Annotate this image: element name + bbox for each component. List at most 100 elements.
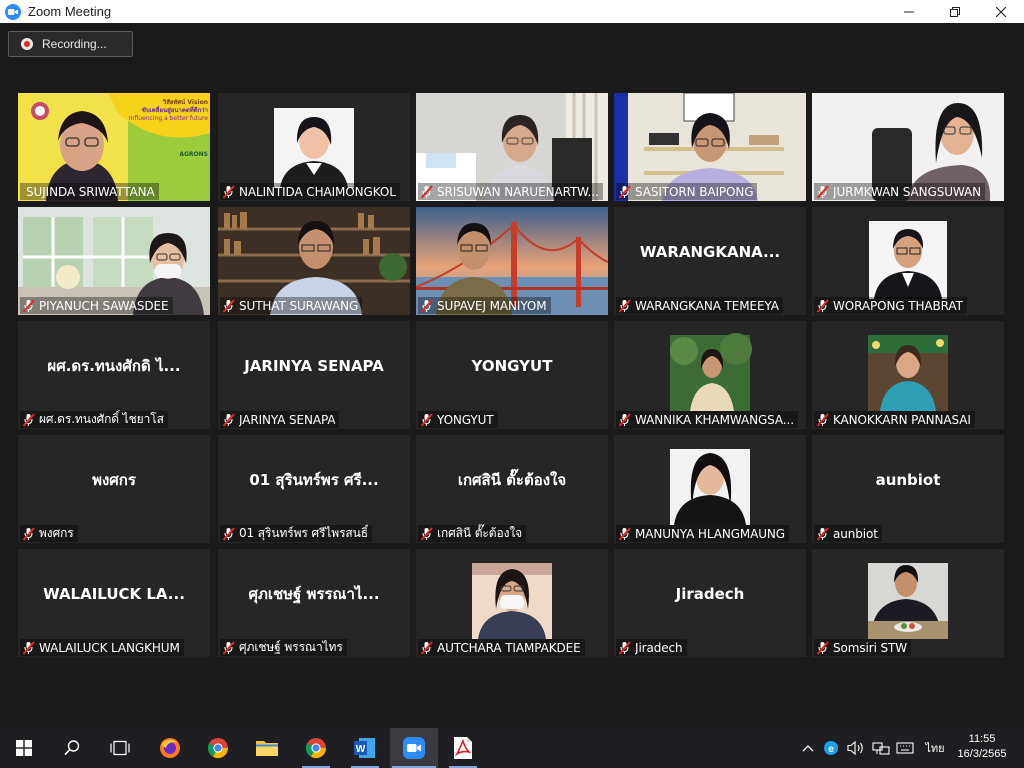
participant-name-bar: JARINYA SENAPA bbox=[220, 411, 340, 428]
participant-tile[interactable]: JARINYA SENAPA JARINYA SENAPA bbox=[218, 321, 410, 429]
start-icon[interactable] bbox=[0, 728, 48, 768]
participant-tile[interactable]: SUTHAT SURAWANG bbox=[218, 207, 410, 315]
participant-name-bar: ผศ.ดร.ทนงศักดิ์ ไชยาโส bbox=[20, 411, 168, 428]
participant-tile[interactable]: พงศกร พงศกร bbox=[18, 435, 210, 543]
muted-mic-icon bbox=[420, 640, 434, 655]
muted-mic-icon bbox=[618, 640, 632, 655]
participant-tile[interactable]: MANUNYA HLANGMAUNG bbox=[614, 435, 806, 543]
recording-label: Recording... bbox=[42, 37, 107, 51]
input-language[interactable]: ไทย bbox=[922, 728, 948, 768]
background-banner: วิสัยทัศน์ Vision ขับเคลื่อนสู่อนาคตที่ดี… bbox=[128, 99, 208, 159]
firefox-icon[interactable] bbox=[146, 728, 194, 768]
participant-display-name: พงศกร bbox=[92, 471, 136, 489]
participant-tile[interactable]: SUPAVEJ MANIYOM bbox=[416, 207, 608, 315]
banner-line: ขับเคลื่อนสู่อนาคตที่ดีกว่า bbox=[141, 107, 208, 114]
participant-tile[interactable]: PIYANUCH SAWASDEE bbox=[18, 207, 210, 315]
title-bar: Zoom Meeting bbox=[0, 0, 1024, 23]
participant-name: ผศ.ดร.ทนงศักดิ์ ไชยาโส bbox=[39, 412, 164, 426]
muted-mic-icon bbox=[222, 184, 236, 199]
volume-icon[interactable] bbox=[845, 728, 867, 768]
participant-name: เกศสินี ตั๊ะต้องใจ bbox=[437, 526, 523, 540]
windows-taskbar: W e ไทย 11:55 16/3/2565 bbox=[0, 728, 1024, 768]
participant-tile[interactable]: aunbiot aunbiot bbox=[812, 435, 1004, 543]
muted-mic-icon bbox=[222, 298, 236, 313]
participant-tile[interactable]: Jiradech Jiradech bbox=[614, 549, 806, 657]
participant-name: WORAPONG THABRAT bbox=[833, 298, 963, 313]
participant-tile[interactable]: WALAILUCK LA... WALAILUCK LANGKHUM bbox=[18, 549, 210, 657]
muted-mic-icon bbox=[816, 640, 830, 655]
zoom-app-icon bbox=[5, 3, 21, 20]
clock[interactable]: 11:55 16/3/2565 bbox=[952, 732, 1012, 762]
muted-mic-icon bbox=[618, 526, 632, 541]
participant-name: ศุภเชษฐ์ พรรณาไทร bbox=[239, 640, 343, 654]
task-view-icon[interactable] bbox=[96, 728, 144, 768]
participant-tile[interactable]: JURMKWAN SANGSUWAN bbox=[812, 93, 1004, 201]
close-button[interactable] bbox=[978, 0, 1024, 23]
participant-tile[interactable]: NALINTIDA CHAIMONGKOL bbox=[218, 93, 410, 201]
window-title: Zoom Meeting bbox=[28, 4, 112, 19]
clock-date: 16/3/2565 bbox=[957, 748, 1007, 760]
restore-button[interactable] bbox=[932, 0, 978, 23]
record-icon bbox=[21, 38, 33, 50]
participant-tile[interactable]: ศุภเชษฐ์ พรรณาไ... ศุภเชษฐ์ พรรณาไทร bbox=[218, 549, 410, 657]
participant-name: SUPAVEJ MANIYOM bbox=[437, 298, 547, 313]
participant-tile[interactable]: SRISUWAN NARUENARTW... bbox=[416, 93, 608, 201]
chrome-icon[interactable] bbox=[194, 728, 242, 768]
minimize-button[interactable] bbox=[886, 0, 932, 23]
participant-tile[interactable]: Somsiri STW bbox=[812, 549, 1004, 657]
participant-name-bar: พงศกร bbox=[20, 525, 78, 542]
participant-name: JARINYA SENAPA bbox=[239, 412, 336, 427]
participant-name-bar: SASITORN BAIPONG bbox=[616, 183, 758, 200]
participant-tile[interactable]: AUTCHARA TIAMPAKDEE bbox=[416, 549, 608, 657]
participant-display-name: WALAILUCK LA... bbox=[43, 585, 185, 603]
participant-tile[interactable]: เกศสินี ตั๊ะต้องใจ เกศสินี ตั๊ะต้องใจ bbox=[416, 435, 608, 543]
muted-mic-icon bbox=[222, 412, 236, 427]
svg-text:W: W bbox=[356, 744, 366, 755]
participant-display-name: เกศสินี ตั๊ะต้องใจ bbox=[457, 471, 567, 489]
network-icon[interactable] bbox=[870, 728, 892, 768]
muted-mic-icon bbox=[22, 298, 36, 313]
participant-tile[interactable]: 01 สุรินทร์พร ศรี... 01 สุรินทร์พร ศรีไพร… bbox=[218, 435, 410, 543]
participant-display-name: YONGYUT bbox=[471, 357, 553, 375]
word-icon[interactable]: W bbox=[341, 728, 389, 768]
participant-display-name: WARANGKANA... bbox=[639, 243, 781, 261]
participant-name-bar: YONGYUT bbox=[418, 411, 498, 428]
keyboard-icon[interactable] bbox=[894, 728, 916, 768]
participant-tile[interactable]: KANOKKARN PANNASAI bbox=[812, 321, 1004, 429]
participant-tile[interactable]: วิสัยทัศน์ Vision ขับเคลื่อนสู่อนาคตที่ดี… bbox=[18, 93, 210, 201]
participant-tile[interactable]: YONGYUT YONGYUT bbox=[416, 321, 608, 429]
banner-line: Influencing a better future bbox=[128, 115, 208, 122]
muted-mic-icon bbox=[816, 412, 830, 427]
show-hidden-icons[interactable] bbox=[799, 728, 817, 768]
participant-name-bar: SUPAVEJ MANIYOM bbox=[418, 297, 551, 314]
muted-mic-icon bbox=[816, 526, 830, 541]
muted-mic-icon bbox=[222, 526, 236, 541]
participant-display-name: ศุภเชษฐ์ พรรณาไ... bbox=[248, 585, 380, 603]
banner-logo: AGRONS bbox=[179, 151, 208, 158]
banner-line: วิสัยทัศน์ Vision bbox=[162, 99, 208, 106]
participant-name-bar: WALAILUCK LANGKHUM bbox=[20, 639, 184, 656]
participant-name-bar: WARANGKANA TEMEEYA bbox=[616, 297, 783, 314]
participant-tile[interactable]: SASITORN BAIPONG bbox=[614, 93, 806, 201]
muted-mic-icon bbox=[22, 640, 36, 655]
participant-name-bar: PIYANUCH SAWASDEE bbox=[20, 297, 173, 314]
search-icon[interactable] bbox=[48, 728, 96, 768]
participant-name: 01 สุรินทร์พร ศรีไพรสนธิ์ bbox=[239, 526, 368, 540]
participant-tile[interactable]: ผศ.ดร.ทนงศักดิ ไ... ผศ.ดร.ทนงศักดิ์ ไชยาโ… bbox=[18, 321, 210, 429]
muted-mic-icon bbox=[22, 412, 36, 427]
participant-display-name: JARINYA SENAPA bbox=[244, 357, 384, 375]
participant-display-name: Jiradech bbox=[675, 585, 745, 603]
file-explorer-icon[interactable] bbox=[243, 728, 291, 768]
participant-tile[interactable]: WORAPONG THABRAT bbox=[812, 207, 1004, 315]
participant-name: AUTCHARA TIAMPAKDEE bbox=[437, 640, 581, 655]
recording-indicator[interactable]: Recording... bbox=[8, 31, 133, 57]
participant-tile[interactable]: WARANGKANA... WARANGKANA TEMEEYA bbox=[614, 207, 806, 315]
acrobat-icon[interactable] bbox=[439, 728, 487, 768]
participant-name: WARANGKANA TEMEEYA bbox=[635, 298, 779, 313]
zoom-icon[interactable] bbox=[390, 728, 438, 768]
chrome-icon[interactable] bbox=[292, 728, 340, 768]
participant-name: MANUNYA HLANGMAUNG bbox=[635, 526, 786, 541]
participant-name-bar: MANUNYA HLANGMAUNG bbox=[616, 525, 790, 542]
participant-tile[interactable]: WANNIKA KHAMWANGSA... bbox=[614, 321, 806, 429]
ie-icon[interactable]: e bbox=[820, 728, 842, 768]
